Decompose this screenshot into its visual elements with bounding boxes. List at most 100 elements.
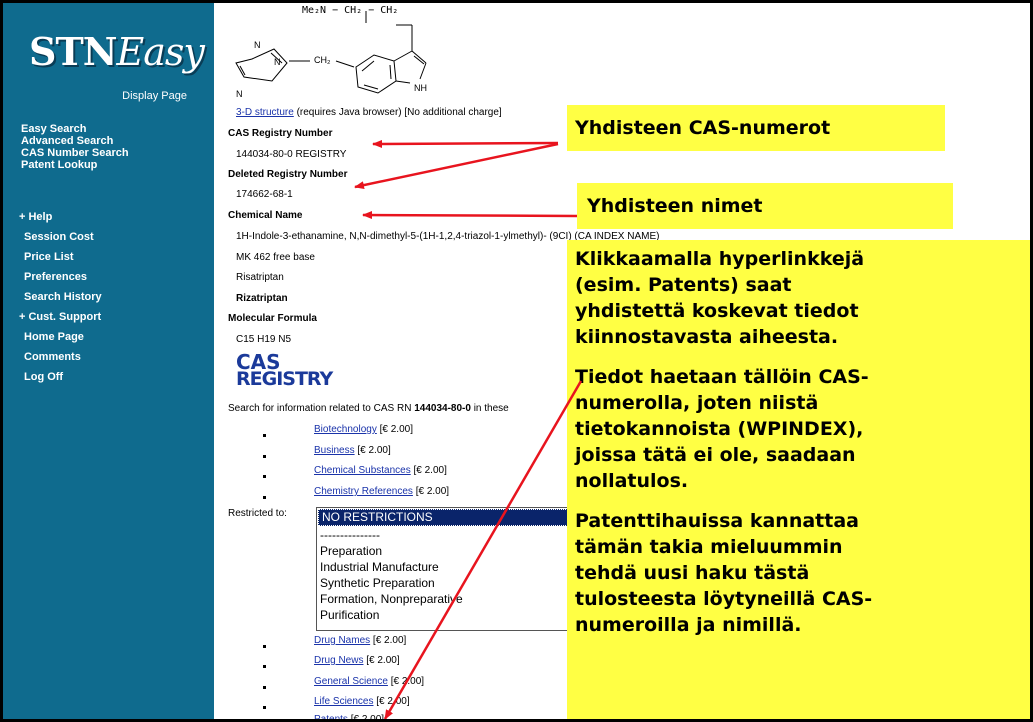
link-general-science[interactable]: General Science — [314, 676, 388, 687]
bullet — [263, 706, 266, 709]
bullet — [263, 665, 266, 668]
molecular-formula-label: Molecular Formula — [228, 313, 317, 324]
cas-registry-value: 144034-80-0 REGISTRY — [236, 149, 347, 160]
nav-top-group: Easy Search Advanced Search CAS Number S… — [21, 123, 129, 171]
nav-comments[interactable]: Comments — [19, 347, 102, 367]
callout-line: Klikkaamalla hyperlinkkejä — [575, 248, 865, 270]
cas-logo-line2: REGISTRY — [236, 368, 333, 390]
nav-advanced-search[interactable]: Advanced Search — [21, 135, 129, 147]
nav-cust-support[interactable]: + Cust. Support — [19, 307, 102, 327]
callout-para-2: Tiedot haetaan tällöin CAS- numerolla, j… — [575, 364, 1030, 494]
nav-patent-lookup[interactable]: Patent Lookup — [21, 159, 129, 171]
link-biotechnology[interactable]: Biotechnology — [314, 424, 377, 435]
link-price: [€ 2.00] — [357, 445, 391, 456]
nav-log-off[interactable]: Log Off — [19, 367, 102, 387]
link-row: Life Sciences [€ 2.00] — [314, 696, 410, 707]
logo-easy: Easy — [116, 30, 204, 74]
callout-line: joissa tätä ei ole, saadaan — [575, 444, 856, 466]
callout-para-3: Patenttihauissa kannattaa tämän takia mi… — [575, 508, 1030, 638]
callout-line: tietokannoista (WPINDEX), — [575, 418, 864, 440]
callout-line: Tiedot haetaan tällöin CAS- — [575, 366, 869, 388]
link-price: [€ 2.00] — [372, 635, 407, 646]
display-page-label: Display Page — [122, 90, 187, 102]
link-price: [€ 2.00] — [376, 696, 410, 707]
cas-registry-logo: CAS REGISTRY — [236, 352, 333, 390]
link-row: General Science [€ 2.00] — [314, 676, 424, 687]
callout-line: numerolla, joten niistä — [575, 392, 819, 414]
search-info-rn: 144034-80-0 — [414, 403, 471, 414]
callout-line: yhdistettä koskevat tiedot — [575, 300, 859, 322]
restriction-option[interactable]: Synthetic Preparation — [317, 575, 577, 591]
link-price: [€ 2.00] — [415, 486, 450, 497]
stn-easy-logo[interactable]: STNEasy — [29, 29, 205, 74]
structure-n2: N — [274, 57, 281, 67]
link-chemistry-references[interactable]: Chemistry References — [314, 486, 413, 497]
bullet — [263, 645, 266, 648]
restriction-option[interactable]: Preparation — [317, 543, 577, 559]
search-info-suffix: in these — [470, 403, 509, 414]
structure-n1: N — [254, 40, 261, 50]
nav-home-page[interactable]: Home Page — [19, 327, 102, 347]
bullet — [263, 686, 266, 689]
link-price: [€ 2.00] — [366, 655, 400, 666]
link-row: Biotechnology [€ 2.00] — [314, 424, 413, 435]
restriction-option[interactable]: Purification — [317, 607, 577, 623]
restricted-to-label: Restricted to: — [228, 508, 287, 519]
restrictions-listbox[interactable]: NO RESTRICTIONS --------------- Preparat… — [316, 507, 578, 631]
structure-nh: NH — [414, 83, 427, 93]
search-info-text: Search for information related to CAS RN… — [228, 403, 509, 414]
bullet — [263, 496, 266, 499]
3d-structure-link[interactable]: 3-D structure — [236, 107, 294, 118]
bullet — [263, 455, 266, 458]
nav-session-cost[interactable]: Session Cost — [19, 227, 102, 247]
restriction-option[interactable]: Industrial Manufacture — [317, 559, 577, 575]
restriction-option-selected[interactable]: NO RESTRICTIONS — [318, 509, 576, 526]
link-price: [€ 2.00] — [379, 424, 413, 435]
link-life-sciences[interactable]: Life Sciences — [314, 696, 373, 707]
link-chemical-substances[interactable]: Chemical Substances — [314, 465, 411, 476]
nav-price-list[interactable]: Price List — [19, 247, 102, 267]
link-row: Drug News [€ 2.00] — [314, 655, 400, 666]
nav-preferences[interactable]: Preferences — [19, 267, 102, 287]
link-price: [€ 2.00] — [390, 676, 425, 687]
bullet — [263, 434, 266, 437]
link-row: Chemistry References [€ 2.00] — [314, 486, 449, 497]
link-row: Business [€ 2.00] — [314, 445, 391, 456]
nav-easy-search[interactable]: Easy Search — [21, 123, 129, 135]
callout-line: (esim. Patents) saat — [575, 274, 792, 296]
link-row: Chemical Substances [€ 2.00] — [314, 465, 447, 476]
structure-ch2: CH₂ — [314, 55, 331, 65]
chemical-name-synonym: MK 462 free base — [236, 252, 315, 263]
nav-search-history[interactable]: Search History — [19, 287, 102, 307]
chemical-structure — [235, 11, 427, 94]
cas-registry-label: CAS Registry Number — [228, 128, 333, 139]
molecular-formula-value: C15 H19 N5 — [236, 334, 292, 345]
link-patents[interactable]: Patents — [314, 714, 348, 719]
link-price: [€ 2.00] — [413, 465, 447, 476]
callout-names: Yhdisteen nimet — [577, 183, 953, 229]
deleted-registry-value: 174662-68-1 — [236, 189, 293, 200]
callout-explanation: Klikkaamalla hyperlinkkejä (esim. Patent… — [567, 240, 1030, 719]
callout-cas-numbers: Yhdisteen CAS-numerot — [567, 105, 945, 151]
restriction-option[interactable]: Formation, Nonpreparative — [317, 591, 577, 607]
nav-help[interactable]: + Help — [19, 207, 102, 227]
chemical-name-synonym: Rizatriptan — [236, 293, 288, 304]
callout-line: tehdä uusi haku tästä — [575, 562, 810, 584]
callout-line: kiinnostavasta aiheesta. — [575, 326, 839, 348]
3d-structure-note: (requires Java browser) [No additional c… — [296, 107, 502, 118]
deleted-registry-label: Deleted Registry Number — [228, 169, 348, 180]
nav-bottom-group: + Help Session Cost Price List Preferenc… — [19, 207, 102, 387]
link-business[interactable]: Business — [314, 445, 355, 456]
structure-chain-label: Me₂N − CH₂ − CH₂ — [302, 5, 399, 16]
callout-line: Patenttihauissa kannattaa — [575, 510, 859, 532]
search-info-prefix: Search for information related to CAS RN — [228, 403, 415, 414]
link-price: [€ 2.00] — [350, 714, 385, 722]
link-drug-news[interactable]: Drug News — [314, 655, 363, 666]
callout-line: tulosteesta löytyneillä CAS- — [575, 588, 873, 610]
callout-para-1: Klikkaamalla hyperlinkkejä (esim. Patent… — [575, 246, 1030, 350]
structure-3d-row: 3-D structure (requires Java browser) [N… — [236, 107, 502, 118]
chemical-name-synonym: Risatriptan — [236, 272, 284, 283]
link-drug-names[interactable]: Drug Names — [314, 635, 370, 646]
nav-cas-number-search[interactable]: CAS Number Search — [21, 147, 129, 159]
sidebar: STNEasy Display Page Easy Search Advance… — [3, 3, 214, 719]
